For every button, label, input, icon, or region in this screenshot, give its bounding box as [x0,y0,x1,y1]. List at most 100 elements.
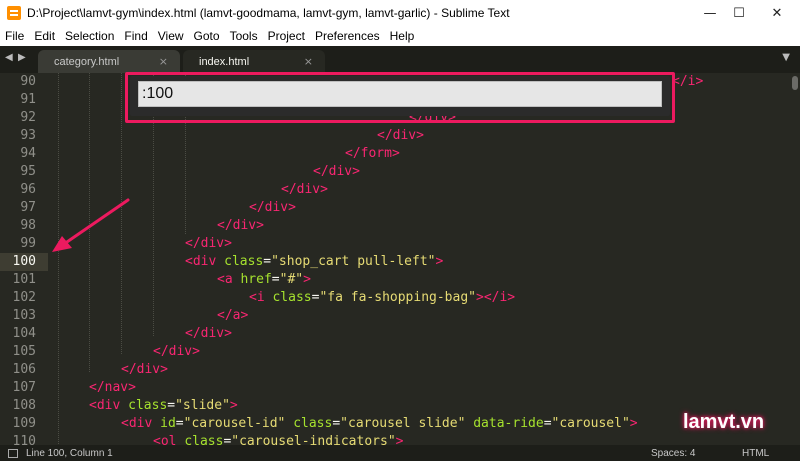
code-token: </div> [185,326,232,341]
code-token: "#" [279,272,304,287]
code-token: </div> [185,236,232,251]
code-token: </i> [672,74,704,89]
menu-selection[interactable]: Selection [65,29,114,43]
menu-preferences[interactable]: Preferences [315,29,380,43]
indent-guide [121,73,122,355]
close-tab-icon[interactable]: × [304,55,313,68]
code-token: </div> [217,218,264,233]
line-number: 91 [20,92,36,107]
code-token: = [271,272,280,287]
menu-file[interactable]: File [5,29,24,43]
code-line-97: </div> [249,199,296,217]
code-line-93: </div> [377,127,424,145]
code-token: > [229,398,238,413]
line-number: 104 [12,326,36,341]
tab-label: index.html [199,55,250,68]
line-number: 97 [20,200,36,215]
code-line-101: <a href="#"> [217,271,311,289]
code-token: id [160,416,176,431]
scrollbar-thumb[interactable] [792,76,798,90]
code-token: </div> [249,200,296,215]
code-token: = [332,416,341,431]
line-number: 110 [12,434,36,445]
code-token: "carousel" [551,416,630,431]
panel-toggle-icon[interactable] [8,448,18,458]
line-number: 101 [12,272,36,287]
line-number: 90 [20,74,36,89]
indentation-label: Spaces: 4 [651,447,696,459]
code-token: <div [89,398,129,413]
code-editor[interactable]: 90 91 92 93 94 95 96 97 98 99 100 101 10… [0,73,800,445]
line-number: 96 [20,182,36,197]
code-line-106: </div> [121,361,168,379]
code-token: = [167,398,176,413]
code-line-104: </div> [185,325,232,343]
code-token: > [395,434,404,445]
line-number: 98 [20,218,36,233]
close-button[interactable]: ✕ [759,0,795,26]
code-token: > [629,416,638,431]
code-token: <i [249,290,273,305]
line-number: 99 [20,236,36,251]
code-line-105: </div> [153,343,200,361]
close-tab-icon[interactable]: × [159,55,168,68]
tab-category-html[interactable]: category.html × [38,50,180,73]
code-line-96: </div> [281,181,328,199]
code-token: = [175,416,184,431]
menu-project[interactable]: Project [268,29,305,43]
goto-line-input[interactable] [138,81,662,107]
line-number: 95 [20,164,36,179]
code-token: "carousel slide" [340,416,466,431]
syntax-label: HTML [742,447,770,459]
line-number: 103 [12,308,36,323]
window-title: D:\Project\lamvt-gym\index.html (lamvt-g… [27,6,510,20]
code-line-100: <div class="shop_cart pull-left"> [185,253,443,271]
cursor-position: Line 100, Column 1 [26,447,113,459]
tab-bar: ◀ ▶ category.html × index.html × ▼ [0,46,800,73]
code-line-108: <div class="slide"> [89,397,238,415]
code-token: "carousel-id" [183,416,286,431]
code-token: class [184,434,224,445]
code-token: <ol [153,434,185,445]
tab-index-html[interactable]: index.html × [183,50,325,73]
code-token: </a> [217,308,249,323]
code-token: > [435,254,444,269]
line-gutter: 90 91 92 93 94 95 96 97 98 99 100 101 10… [0,73,48,445]
code-token: href [240,272,272,287]
menu-goto[interactable]: Goto [194,29,220,43]
code-line-109: <div id="carousel-id" class="carousel sl… [121,415,638,433]
tab-scroll-left-icon[interactable]: ◀ [5,52,13,63]
code-line-99: </div> [185,235,232,253]
maximize-button[interactable]: ☐ [721,0,757,26]
line-number: 105 [12,344,36,359]
code-token: </nav> [89,380,136,395]
tab-list-dropdown-icon[interactable]: ▼ [782,52,790,63]
syntax-status[interactable]: HTML [742,445,769,461]
menu-tools[interactable]: Tools [230,29,258,43]
code-token: ></i> [476,290,516,305]
line-number: 102 [12,290,36,305]
code-line-107: </nav> [89,379,136,397]
code-token: </div> [313,164,360,179]
menu-help[interactable]: Help [390,29,415,43]
indentation-status[interactable]: Spaces: 4 [651,445,695,461]
code-line-90: </i> [672,73,703,91]
code-token: class [293,416,333,431]
code-token: "fa fa-shopping-bag" [319,290,476,305]
code-token: <a [217,272,241,287]
line-number: 92 [20,110,36,125]
code-token: data-ride [473,416,544,431]
code-token: </form> [345,146,400,161]
code-line-102: <i class="fa fa-shopping-bag"></i> [249,289,515,307]
menu-edit[interactable]: Edit [34,29,55,43]
line-number-current: 100 [12,254,36,269]
code-token: = [543,416,552,431]
tab-scroll-right-icon[interactable]: ▶ [18,52,26,63]
watermark-logo: lamvt.vn [683,411,765,433]
code-token: </div> [377,128,424,143]
code-line-103: </a> [217,307,248,325]
line-number: 93 [20,128,36,143]
sublime-app-icon [7,6,21,20]
menu-find[interactable]: Find [124,29,147,43]
menu-view[interactable]: View [158,29,184,43]
